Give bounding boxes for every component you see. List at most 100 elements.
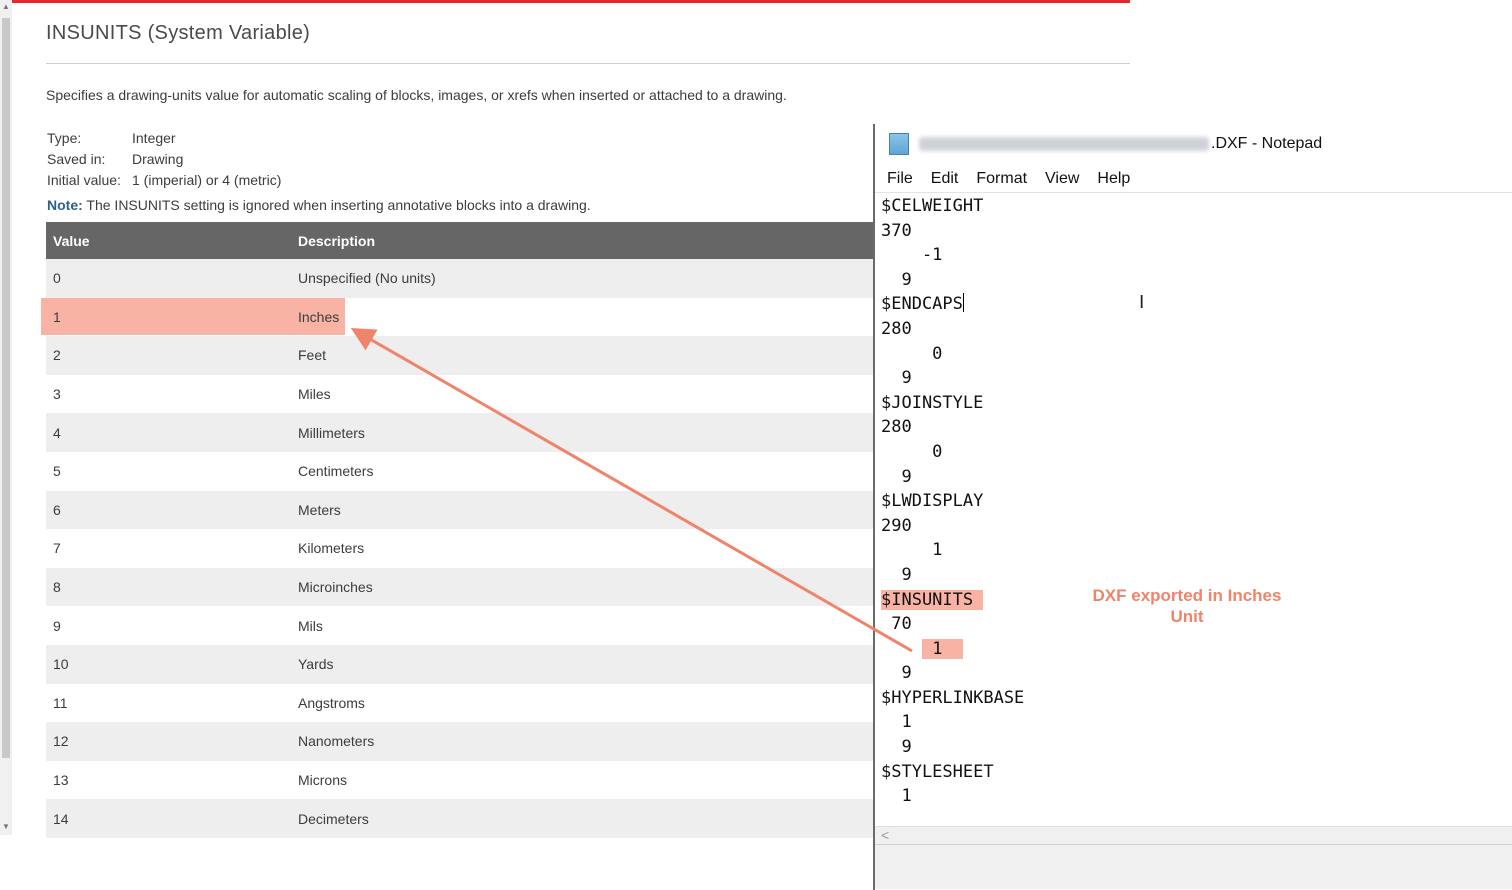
- cell-value: 0: [53, 270, 61, 287]
- property-row: Saved in: Drawing: [47, 149, 281, 170]
- table-row: 12 Nanometers: [46, 722, 873, 761]
- cell-description: Millimeters: [298, 424, 365, 441]
- annotation-line: Unit: [1170, 607, 1204, 626]
- scroll-up-arrow-icon[interactable]: ▲: [1, 2, 11, 12]
- cell-description: Angstroms: [298, 694, 365, 711]
- property-key: Type:: [47, 130, 82, 146]
- property-key: Saved in:: [47, 151, 106, 167]
- scrollbar-thumb[interactable]: [2, 18, 10, 758]
- insunits-highlight: $INSUNITS: [881, 589, 984, 610]
- scroll-down-arrow-icon[interactable]: ▼: [1, 822, 11, 832]
- text-line: 290: [881, 515, 912, 536]
- table-row: 7 Kilometers: [46, 529, 873, 568]
- menu-divider: [875, 192, 1512, 193]
- cell-value: 10: [53, 656, 69, 673]
- text-line: $ENDCAPS: [881, 292, 1501, 317]
- table-row: 14 Decimeters: [46, 799, 873, 838]
- text-line: 280: [881, 318, 912, 339]
- note: Note: The INSUNITS setting is ignored wh…: [47, 197, 591, 213]
- text-line: 9: [881, 368, 912, 389]
- table-row: 8 Microinches: [46, 567, 873, 607]
- text-line: 9: [881, 466, 912, 487]
- insunits-value-highlight: 1: [921, 638, 963, 659]
- annotation-callout: DXF exported in Inches Unit: [1078, 585, 1296, 627]
- redacted-filename: [919, 137, 1209, 151]
- notepad-title-bar: .DXF - Notepad: [889, 133, 1322, 155]
- text-line: 280: [881, 417, 912, 438]
- cell-value: 5: [53, 463, 61, 480]
- table-row: 10 Yards: [46, 644, 873, 684]
- cell-value: 11: [53, 694, 68, 711]
- cell-value: 14: [53, 810, 69, 827]
- table-row: 6 Meters: [46, 490, 873, 530]
- menu-edit[interactable]: Edit: [931, 170, 959, 188]
- cell-description: Unspecified (No units): [298, 270, 436, 287]
- menu-help[interactable]: Help: [1097, 170, 1130, 188]
- cell-value: 3: [53, 386, 61, 403]
- text-line: 1: [881, 712, 912, 733]
- property-key: Initial value:: [47, 172, 121, 188]
- title-divider: [46, 63, 1130, 64]
- text-line: 0: [881, 343, 943, 364]
- note-label: Note:: [47, 197, 83, 213]
- column-header-value: Value: [53, 232, 90, 249]
- menu-view[interactable]: View: [1045, 170, 1079, 188]
- text-line: 370: [881, 220, 912, 241]
- text-line: 9: [881, 663, 912, 684]
- horizontal-scrollbar[interactable]: <: [875, 826, 1512, 844]
- cell-value: 4: [53, 424, 61, 441]
- property-row: Initial value: 1 (imperial) or 4 (metric): [47, 170, 281, 191]
- brand-accent-bar: [12, 0, 1130, 3]
- cell-value: 13: [53, 772, 69, 789]
- text-line: $LWDISPLAY: [881, 491, 984, 512]
- text-line: 1: [881, 786, 912, 807]
- property-row: Type: Integer: [47, 128, 281, 149]
- cell-value: 12: [53, 733, 69, 750]
- cell-description: Inches: [298, 308, 340, 325]
- text-caret: [962, 293, 964, 313]
- text-cursor-ibeam-icon: I: [1139, 292, 1145, 313]
- window-title: .DXF - Notepad: [1211, 135, 1323, 152]
- text-line: 1: [881, 540, 943, 561]
- table-row: 5 Centimeters: [46, 452, 873, 491]
- note-text: The INSUNITS setting is ignored when ins…: [82, 197, 591, 213]
- cell-description: Yards: [298, 656, 334, 673]
- text-line: 9: [881, 269, 912, 290]
- cell-value: 6: [53, 501, 61, 518]
- menu-file[interactable]: File: [887, 170, 913, 188]
- table-row: 13 Microns: [46, 761, 873, 800]
- text-line: 9: [881, 564, 912, 585]
- page-scrollbar[interactable]: ▲ ▼: [0, 0, 12, 835]
- text-line: $HYPERLINKBASE: [881, 687, 1025, 708]
- text-line: $JOINSTYLE: [881, 392, 984, 413]
- property-value: Drawing: [132, 151, 184, 167]
- text-editor[interactable]: $CELWEIGHT 370 -1 9 $ENDCAPS 280 0 9 $JOINST…: [881, 194, 1501, 824]
- cell-value: 2: [53, 347, 61, 364]
- text-line: 1: [881, 637, 1501, 662]
- property-value: Integer: [132, 130, 176, 146]
- cell-description: Kilometers: [298, 540, 365, 557]
- cell-description: Microns: [298, 772, 348, 789]
- cell-value: 1: [53, 308, 61, 325]
- property-value: 1 (imperial) or 4 (metric): [132, 172, 282, 188]
- notepad-icon: [889, 133, 909, 155]
- cell-description: Decimeters: [298, 810, 369, 827]
- units-table: Value Description 0 Unspecified (No units…: [46, 222, 873, 838]
- notepad-window: .DXF - Notepad File Edit Format View Hel…: [873, 124, 1512, 890]
- table-row: 2 Feet: [46, 336, 873, 375]
- scroll-left-arrow-icon[interactable]: <: [881, 827, 889, 843]
- text-indent: [881, 639, 922, 659]
- text-line: -1: [881, 245, 943, 266]
- annotation-line: DXF exported in Inches: [1092, 586, 1282, 605]
- status-bar: [875, 844, 1512, 889]
- text-line-content: $ENDCAPS: [881, 294, 963, 315]
- table-row: 11 Angstroms: [46, 684, 873, 723]
- menu-bar: File Edit Format View Help: [887, 170, 1130, 188]
- cell-description: Mils: [298, 617, 323, 634]
- cell-value: 8: [53, 579, 61, 596]
- cell-description: Miles: [298, 386, 331, 403]
- cell-value: 9: [53, 617, 61, 634]
- table-row: 0 Unspecified (No units): [46, 259, 873, 298]
- cell-description: Feet: [298, 347, 327, 364]
- menu-format[interactable]: Format: [976, 170, 1027, 188]
